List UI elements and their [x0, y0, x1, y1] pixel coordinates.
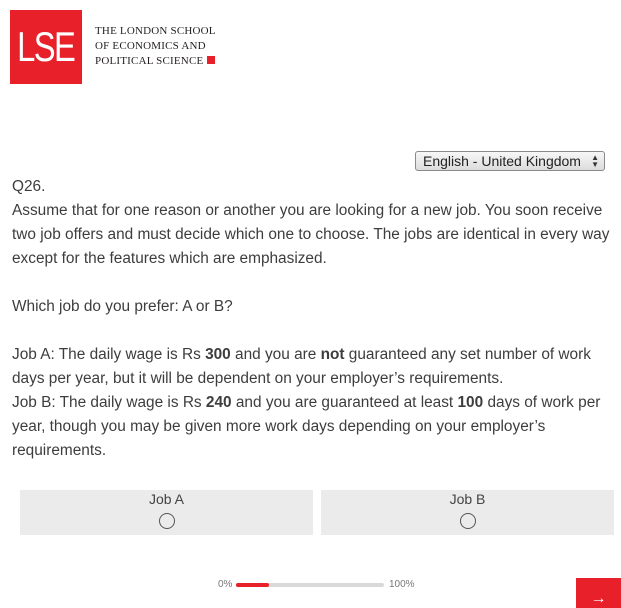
radio-job-b[interactable] — [459, 513, 476, 529]
progress-fill — [236, 583, 269, 587]
school-name: THE LONDON SCHOOL OF ECONOMICS AND POLIT… — [95, 24, 216, 69]
question-intro: Assume that for one reason or another yo… — [12, 202, 610, 267]
language-select[interactable]: English - United Kingdom ▲ ▼ — [415, 151, 605, 171]
job-b-prefix: Job B: The daily wage is Rs — [12, 394, 206, 411]
language-select-value: English - United Kingdom — [423, 153, 581, 169]
school-name-line3: POLITICAL SCIENCE — [95, 55, 204, 67]
question-number: Q26. — [12, 178, 46, 195]
job-a-mid: and you are — [230, 346, 321, 363]
job-a-wage: 300 — [205, 346, 231, 363]
logo-letters: LSE — [17, 23, 76, 70]
choice-job-a-label: Job A — [148, 491, 185, 507]
progress-bar — [236, 583, 384, 587]
question-block: Q26. Assume that for one reason or anoth… — [12, 175, 621, 463]
choice-job-b-label: Job B — [449, 491, 486, 507]
job-a-emphasis: not — [320, 346, 345, 363]
school-name-line3-wrap: POLITICAL SCIENCE — [95, 54, 216, 69]
progress-end-label: 100% — [389, 579, 415, 590]
job-a-prefix: Job A: The daily wage is Rs — [12, 346, 206, 363]
job-a-description: Job A: The daily wage is Rs 300 and you … — [12, 343, 621, 391]
choice-job-b[interactable]: Job B — [321, 490, 614, 535]
job-b-days: 100 — [457, 394, 484, 411]
job-b-mid: and you are guaranteed at least — [231, 394, 458, 411]
job-b-wage: 240 — [205, 394, 232, 411]
progress-start-label: 0% — [218, 579, 233, 590]
school-name-line1: THE LONDON SCHOOL — [95, 25, 216, 37]
next-button[interactable]: → — [576, 578, 621, 608]
lse-logo: LSE — [10, 10, 82, 84]
school-name-line2: OF ECONOMICS AND — [95, 40, 206, 52]
select-arrows-icon: ▲ ▼ — [591, 153, 599, 169]
arrow-right-icon: → — [590, 590, 607, 607]
job-b-description: Job B: The daily wage is Rs 240 and you … — [12, 391, 621, 463]
question-prompt: Which job do you prefer: A or B? — [12, 298, 233, 315]
choice-job-a[interactable]: Job A — [20, 490, 313, 535]
radio-job-a[interactable] — [158, 513, 175, 529]
logo-square-icon — [207, 56, 216, 64]
